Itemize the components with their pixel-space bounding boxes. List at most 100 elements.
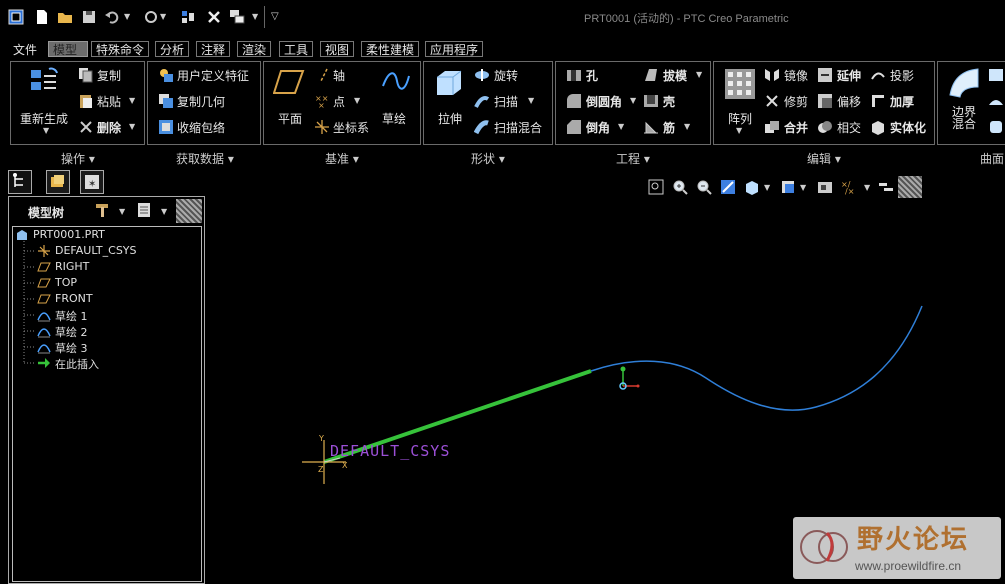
switch-window-dropdown-icon[interactable]: ▼ bbox=[252, 12, 258, 21]
tree-item-right[interactable]: RIGHT bbox=[13, 259, 201, 275]
draft-dropdown-icon[interactable]: ▼ bbox=[696, 70, 702, 79]
group-label-get-data[interactable]: 获取数据 ▾ bbox=[176, 150, 234, 167]
settings-hammer-icon[interactable] bbox=[94, 202, 110, 218]
tab-special-commands[interactable]: 特殊命令 bbox=[91, 41, 150, 57]
rib-dropdown-icon[interactable]: ▼ bbox=[684, 122, 690, 131]
revolve-icon[interactable] bbox=[474, 67, 490, 83]
datum-display-dropdown-icon[interactable]: ▼ bbox=[864, 183, 870, 192]
thicken-label[interactable]: 加厚 bbox=[890, 93, 914, 110]
tab-flexible-modeling[interactable]: 柔性建模 bbox=[361, 41, 420, 57]
chamfer-icon[interactable] bbox=[566, 119, 582, 135]
rib-label[interactable]: 筋 bbox=[663, 119, 675, 136]
group-label-operations[interactable]: 操作 ▾ bbox=[61, 150, 95, 167]
tab-tools[interactable]: 工具 bbox=[279, 41, 314, 57]
datum-axis-icon[interactable] bbox=[316, 67, 332, 83]
tree-item-sketch-3[interactable]: 草绘 3 bbox=[13, 339, 201, 355]
paste-icon[interactable] bbox=[78, 93, 94, 109]
customize-toolbar-icon[interactable]: ▽ bbox=[271, 11, 279, 22]
intersect-label[interactable]: 相交 bbox=[837, 119, 861, 136]
sweep-icon[interactable] bbox=[474, 93, 490, 109]
pattern-label[interactable]: 阵列 bbox=[728, 110, 752, 127]
plane-label[interactable]: 平面 bbox=[278, 110, 302, 127]
tab-view[interactable]: 视图 bbox=[320, 41, 355, 57]
point-label[interactable]: 点 bbox=[333, 93, 345, 110]
pattern-icon[interactable] bbox=[724, 68, 756, 100]
tab-render[interactable]: 渲染 bbox=[237, 41, 272, 57]
zoom-in-icon[interactable] bbox=[672, 179, 688, 195]
datum-display-icon[interactable]: ×//× bbox=[841, 179, 857, 196]
delete-icon[interactable] bbox=[78, 119, 94, 135]
round-icon[interactable] bbox=[566, 93, 582, 109]
group-label-surfaces[interactable]: 曲面 bbox=[980, 150, 1004, 167]
repaint-icon[interactable] bbox=[720, 179, 736, 195]
copy-geometry-label[interactable]: 复制几何 bbox=[177, 93, 225, 110]
thicken-icon[interactable] bbox=[870, 93, 886, 109]
new-file-icon[interactable] bbox=[34, 9, 50, 25]
regenerate-dropdown-icon[interactable]: ▼ bbox=[160, 12, 166, 21]
tree-columns-icon[interactable] bbox=[176, 199, 202, 223]
merge-icon[interactable] bbox=[764, 119, 780, 135]
delete-dropdown-icon[interactable]: ▼ bbox=[129, 122, 135, 131]
project-label[interactable]: 投影 bbox=[890, 67, 914, 84]
tree-item-sketch-2[interactable]: 草绘 2 bbox=[13, 323, 201, 339]
copy-label[interactable]: 复制 bbox=[97, 67, 121, 84]
save-icon[interactable] bbox=[81, 9, 97, 25]
sketch-curve-blue[interactable] bbox=[590, 305, 923, 411]
trim-label[interactable]: 修剪 bbox=[784, 93, 808, 110]
shrinkwrap-label[interactable]: 收缩包络 bbox=[177, 119, 225, 136]
shell-icon[interactable] bbox=[643, 93, 659, 109]
point-dropdown-icon[interactable]: ▼ bbox=[354, 96, 360, 105]
tab-annotate[interactable]: 注释 bbox=[196, 41, 231, 57]
draft-label[interactable]: 拔模 bbox=[663, 67, 687, 84]
file-menu[interactable]: 文件 bbox=[8, 41, 42, 57]
saved-views-dropdown-icon[interactable]: ▼ bbox=[800, 183, 806, 192]
open-folder-icon[interactable] bbox=[57, 9, 73, 25]
trim-icon[interactable] bbox=[764, 93, 780, 109]
regenerate-dropdown-icon[interactable]: ▼ bbox=[43, 126, 49, 135]
csys-label[interactable]: 坐标系 bbox=[333, 119, 369, 136]
shrinkwrap-icon[interactable] bbox=[158, 119, 174, 135]
folder-browser-tab[interactable] bbox=[46, 170, 70, 194]
close-window-icon[interactable] bbox=[206, 9, 222, 25]
boundary-blend-label[interactable]: 边界 混合 bbox=[952, 106, 976, 130]
sweep-dropdown-icon[interactable]: ▼ bbox=[528, 96, 534, 105]
saved-views-icon[interactable] bbox=[780, 179, 796, 195]
window-menu-icon[interactable] bbox=[8, 9, 24, 25]
tree-item-top[interactable]: TOP bbox=[13, 275, 201, 291]
zoom-out-icon[interactable] bbox=[696, 179, 712, 195]
copy-icon[interactable] bbox=[78, 67, 94, 83]
extrude-label[interactable]: 拉伸 bbox=[438, 110, 462, 127]
chamfer-label[interactable]: 倒角 bbox=[586, 119, 610, 136]
tree-item-front[interactable]: FRONT bbox=[13, 291, 201, 307]
merge-label[interactable]: 合并 bbox=[784, 119, 808, 136]
fill-surface-icon[interactable] bbox=[988, 67, 1004, 83]
intersect-icon[interactable] bbox=[817, 119, 833, 135]
round-dropdown-icon[interactable]: ▼ bbox=[630, 96, 636, 105]
sketch-icon[interactable] bbox=[381, 68, 411, 94]
extend-icon[interactable] bbox=[817, 67, 833, 83]
tab-model[interactable]: 模型 bbox=[48, 41, 88, 57]
annotation-display-icon[interactable] bbox=[878, 179, 894, 195]
solidify-label[interactable]: 实体化 bbox=[890, 119, 926, 136]
group-label-datum[interactable]: 基准 ▾ bbox=[325, 150, 359, 167]
group-label-engineering[interactable]: 工程 ▾ bbox=[616, 150, 650, 167]
delete-label[interactable]: 删除 bbox=[97, 119, 121, 136]
regen-manager-icon[interactable] bbox=[180, 9, 196, 25]
switch-window-icon[interactable] bbox=[229, 9, 245, 25]
mirror-icon[interactable] bbox=[764, 67, 780, 83]
settings-dropdown-icon[interactable]: ▼ bbox=[119, 207, 125, 216]
regenerate-icon[interactable] bbox=[143, 9, 159, 25]
copy-geometry-icon[interactable] bbox=[158, 93, 174, 109]
show-dropdown-icon[interactable]: ▼ bbox=[161, 207, 167, 216]
solidify-icon[interactable] bbox=[870, 119, 886, 135]
chamfer-dropdown-icon[interactable]: ▼ bbox=[618, 122, 624, 131]
paste-label[interactable]: 粘贴 bbox=[97, 93, 121, 110]
axis-label[interactable]: 轴 bbox=[333, 67, 345, 84]
undo-icon[interactable] bbox=[104, 9, 120, 25]
group-label-shapes[interactable]: 形状 ▾ bbox=[471, 150, 505, 167]
style-surface-icon[interactable] bbox=[988, 93, 1004, 109]
offset-icon[interactable] bbox=[817, 93, 833, 109]
undo-dropdown-icon[interactable]: ▼ bbox=[124, 12, 130, 21]
group-label-editing[interactable]: 编辑 ▾ bbox=[807, 150, 841, 167]
view-manager-icon[interactable] bbox=[817, 179, 833, 195]
